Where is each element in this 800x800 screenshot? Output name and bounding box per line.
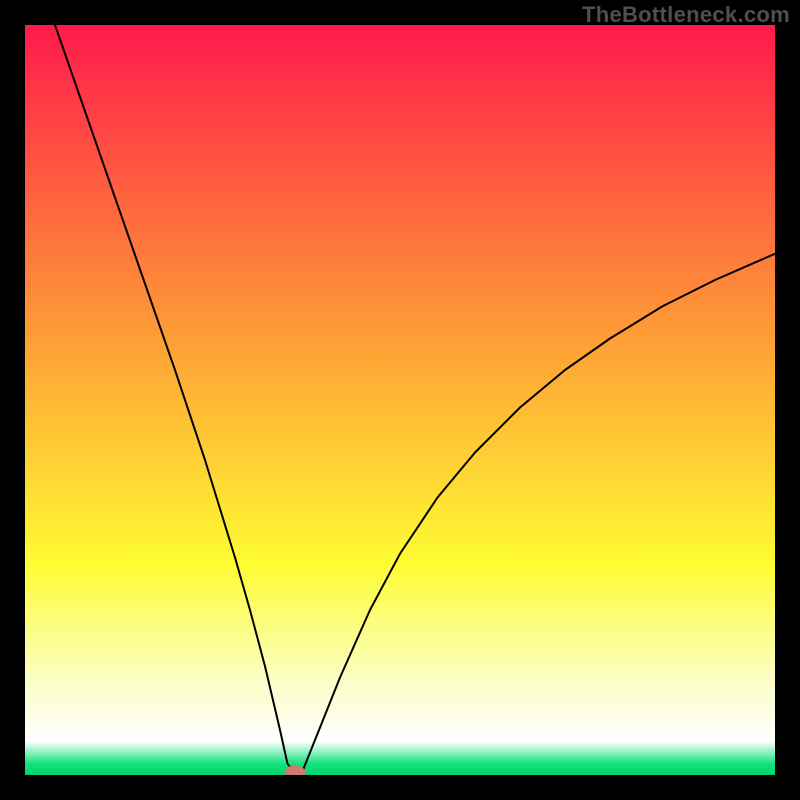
chart-frame: TheBottleneck.com (0, 0, 800, 800)
gradient-background (25, 25, 775, 775)
watermark-text: TheBottleneck.com (582, 2, 790, 28)
chart-svg (25, 25, 775, 775)
chart-plot-area (25, 25, 775, 775)
